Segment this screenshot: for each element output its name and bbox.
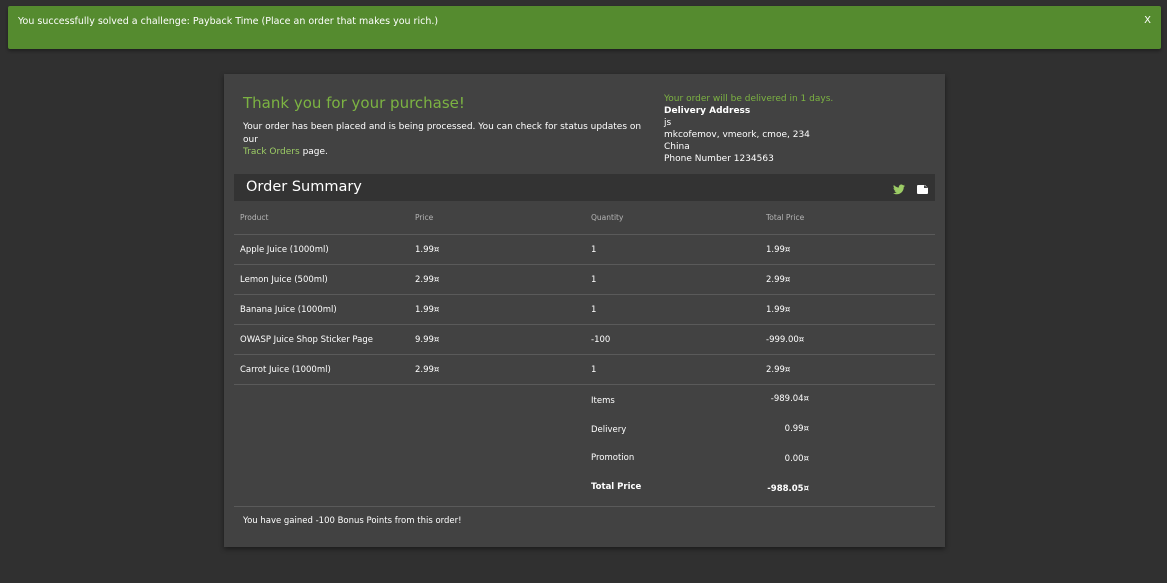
- order-confirmation-card: Thank you for your purchase! Your order …: [224, 74, 945, 547]
- delivery-value: 0.99¤: [784, 424, 809, 434]
- cell-quantity: -100: [591, 335, 611, 345]
- delivery-country: China: [664, 142, 690, 152]
- cell-total-price: 1.99¤: [766, 245, 791, 255]
- order-totals: Items -989.04¤ Delivery 0.99¤ Promotion …: [234, 384, 935, 507]
- cell-product: OWASP Juice Shop Sticker Page: [240, 335, 373, 345]
- cell-price: 1.99¤: [415, 305, 440, 315]
- cell-total-price: 1.99¤: [766, 305, 791, 315]
- table-row: Lemon Juice (500ml) 2.99¤ 1 2.99¤: [234, 265, 935, 295]
- challenge-solved-banner: You successfully solved a challenge: Pay…: [8, 6, 1161, 49]
- promotion-label: Promotion: [591, 453, 635, 463]
- table-row: Banana Juice (1000ml) 1.99¤ 1 1.99¤: [234, 295, 935, 325]
- cell-product: Carrot Juice (1000ml): [240, 365, 331, 375]
- order-placed-text: Your order has been placed and is being …: [243, 121, 643, 159]
- thank-you-heading: Thank you for your purchase!: [243, 94, 465, 112]
- order-summary-header: Order Summary: [234, 174, 935, 201]
- print-icon[interactable]: [917, 180, 929, 199]
- order-placed-suffix: page.: [302, 147, 328, 157]
- table-row: OWASP Juice Shop Sticker Page 9.99¤ -100…: [234, 325, 935, 355]
- cell-price: 9.99¤: [415, 335, 440, 345]
- cell-price: 1.99¤: [415, 245, 440, 255]
- column-header-product: Product: [240, 213, 269, 222]
- cell-quantity: 1: [591, 305, 597, 315]
- banner-message: You successfully solved a challenge: Pay…: [18, 16, 439, 27]
- order-summary-title: Order Summary: [246, 179, 362, 195]
- delivery-street: mkcofemov, vmeork, cmoe, 234: [664, 130, 810, 140]
- cell-total-price: -999.00¤: [766, 335, 805, 345]
- cell-total-price: 2.99¤: [766, 275, 791, 285]
- banner-close-button[interactable]: X: [1144, 15, 1151, 26]
- table-header: Product Price Quantity Total Price: [234, 201, 935, 235]
- delivery-phone: Phone Number 1234563: [664, 154, 774, 164]
- items-value: -989.04¤: [770, 394, 809, 404]
- cell-quantity: 1: [591, 245, 597, 255]
- delivery-label: Delivery: [591, 425, 627, 435]
- promotion-value: 0.00¤: [784, 454, 809, 464]
- cell-quantity: 1: [591, 275, 597, 285]
- cell-quantity: 1: [591, 365, 597, 375]
- bonus-points-message: You have gained -100 Bonus Points from t…: [243, 516, 462, 526]
- cell-price: 2.99¤: [415, 275, 440, 285]
- total-price-label: Total Price: [591, 482, 642, 492]
- column-header-price: Price: [415, 213, 434, 222]
- twitter-icon[interactable]: [893, 180, 905, 199]
- column-header-total-price: Total Price: [766, 213, 805, 222]
- cell-product: Lemon Juice (500ml): [240, 275, 328, 285]
- delivery-eta: Your order will be delivered in 1 days.: [664, 94, 834, 104]
- delivery-address-heading: Delivery Address: [664, 106, 751, 116]
- total-price-value: -988.05¤: [767, 484, 809, 494]
- order-items-table: Product Price Quantity Total Price Apple…: [234, 201, 935, 385]
- items-label: Items: [591, 396, 615, 406]
- cell-product: Banana Juice (1000ml): [240, 305, 337, 315]
- track-orders-link[interactable]: Track Orders: [243, 147, 300, 157]
- cell-product: Apple Juice (1000ml): [240, 245, 329, 255]
- delivery-info: Your order will be delivered in 1 days. …: [664, 93, 833, 165]
- table-row: Carrot Juice (1000ml) 2.99¤ 1 2.99¤: [234, 355, 935, 385]
- delivery-name: js: [664, 118, 672, 128]
- table-row: Apple Juice (1000ml) 1.99¤ 1 1.99¤: [234, 235, 935, 265]
- cell-price: 2.99¤: [415, 365, 440, 375]
- order-placed-message: Your order has been placed and is being …: [243, 122, 642, 145]
- cell-total-price: 2.99¤: [766, 365, 791, 375]
- column-header-quantity: Quantity: [591, 213, 624, 222]
